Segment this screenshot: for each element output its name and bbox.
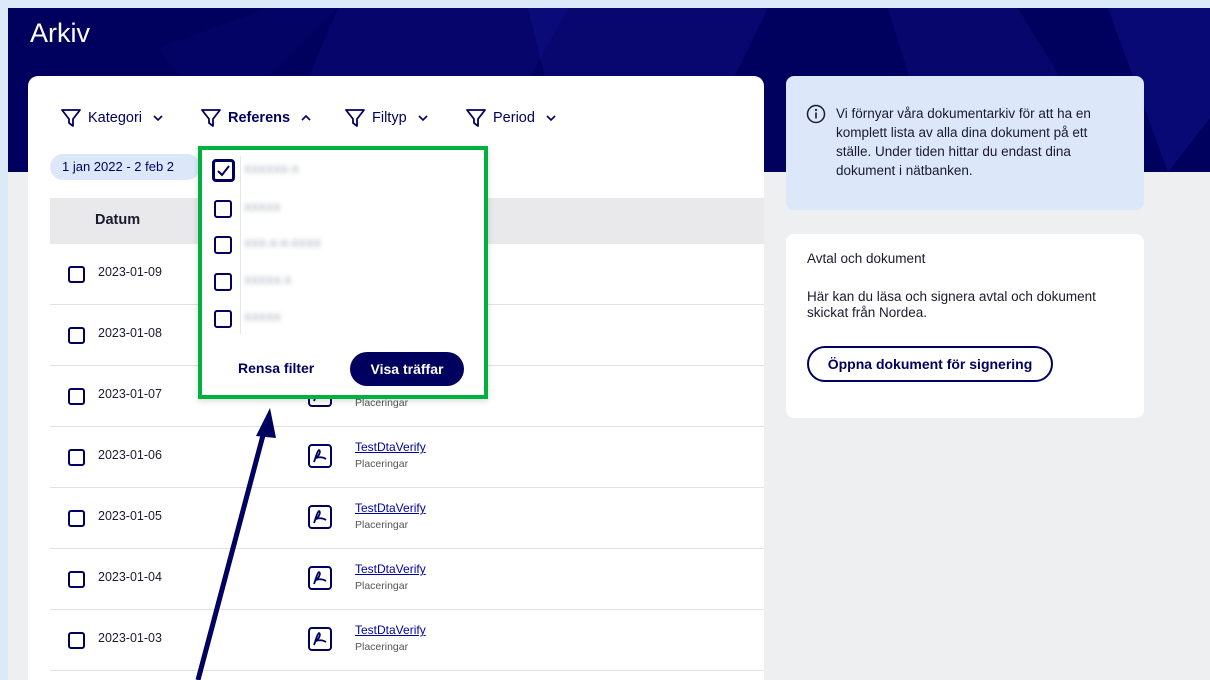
pdf-icon[interactable] <box>307 626 333 652</box>
info-notice: Vi förnyar våra dokumentarkiv för att ha… <box>786 76 1144 210</box>
avtal-title: Avtal och dokument <box>807 251 926 266</box>
open-documents-button[interactable]: Öppna dokument för signering <box>807 346 1053 382</box>
dropdown-option[interactable]: XXXXXX-X <box>212 159 474 182</box>
chevron-up-icon <box>301 114 311 121</box>
dropdown-option[interactable]: XXXXX-X <box>214 273 474 293</box>
filter-label: Period <box>493 110 535 126</box>
filter-period[interactable]: Period <box>465 106 557 130</box>
option-checkbox-checked[interactable] <box>212 159 235 182</box>
funnel-icon <box>201 109 221 127</box>
chevron-down-icon <box>546 115 556 122</box>
option-label: XXXXX-X <box>244 275 292 287</box>
row-date: 2023-01-09 <box>98 265 162 279</box>
document-category: Placeringar <box>355 580 409 592</box>
funnel-icon <box>345 109 365 127</box>
document-category: Placeringar <box>355 641 409 653</box>
pdf-icon[interactable] <box>307 504 333 530</box>
option-checkbox[interactable] <box>214 273 232 291</box>
table-row[interactable]: 2023-01-03 TestDtaVerify Placeringar <box>50 610 764 671</box>
avtal-card: Avtal och dokument Här kan du läsa och s… <box>786 234 1144 418</box>
option-label: XXXXX <box>244 312 281 324</box>
row-checkbox[interactable] <box>68 510 85 527</box>
filter-label: Kategori <box>88 110 143 126</box>
row-checkbox[interactable] <box>68 571 85 588</box>
option-checkbox[interactable] <box>214 236 232 254</box>
document-category: Placeringar <box>355 519 409 531</box>
dropdown-option[interactable]: XXXXX <box>214 200 474 220</box>
chevron-down-icon <box>153 115 163 122</box>
dropdown-option[interactable]: XXXXX <box>214 310 474 330</box>
checkmark-icon <box>217 165 230 177</box>
document-category: Placeringar <box>355 458 409 470</box>
page-title: Arkiv <box>30 18 90 48</box>
filter-referens[interactable]: Referens <box>200 106 312 130</box>
row-date: 2023-01-06 <box>98 448 162 462</box>
clear-filter-button[interactable]: Rensa filter <box>238 360 314 376</box>
referens-dropdown: XXXXXX-X XXXXX XXX-X-X-XXXX XXXXX-X XXXX… <box>198 146 488 399</box>
filter-label: Filtyp <box>372 110 407 126</box>
row-checkbox[interactable] <box>68 388 85 405</box>
row-checkbox[interactable] <box>68 266 85 283</box>
option-label: XXXXX <box>244 202 281 214</box>
row-checkbox[interactable] <box>68 449 85 466</box>
dropdown-option[interactable]: XXX-X-X-XXXX <box>214 236 474 256</box>
option-label: XXXXXX-X <box>244 164 300 176</box>
funnel-icon <box>61 109 81 127</box>
row-date: 2023-01-03 <box>98 631 162 645</box>
table-row[interactable]: 2023-01-06 TestDtaVerify Placeringar <box>50 427 764 488</box>
archive-card: Kategori Referens Filtyp Period 1 jan 20… <box>28 76 764 680</box>
column-header-date: Datum <box>95 212 141 228</box>
row-date: 2023-01-08 <box>98 326 162 340</box>
row-date: 2023-01-05 <box>98 509 162 523</box>
row-checkbox[interactable] <box>68 632 85 649</box>
filter-filtyp[interactable]: Filtyp <box>344 106 429 130</box>
option-label: XXX-X-X-XXXX <box>244 238 322 250</box>
table-row[interactable]: 2023-01-05 TestDtaVerify Placeringar <box>50 488 764 549</box>
document-link[interactable]: TestDtaVerify <box>355 501 426 515</box>
option-checkbox[interactable] <box>214 200 232 218</box>
chevron-down-icon <box>418 115 428 122</box>
document-link[interactable]: TestDtaVerify <box>355 623 426 637</box>
option-checkbox[interactable] <box>214 310 232 328</box>
funnel-icon <box>466 109 486 127</box>
pdf-icon[interactable] <box>307 565 333 591</box>
avtal-text: Här kan du läsa och signera avtal och do… <box>807 289 1096 320</box>
document-link[interactable]: TestDtaVerify <box>355 440 426 454</box>
document-link[interactable]: TestDtaVerify <box>355 562 426 576</box>
row-checkbox[interactable] <box>68 327 85 344</box>
row-date: 2023-01-07 <box>98 387 162 401</box>
table-row[interactable]: 2023-01-04 TestDtaVerify Placeringar <box>50 549 764 610</box>
filter-kategori[interactable]: Kategori <box>60 106 164 130</box>
app-frame: Arkiv Kategori Referens Filtyp Period 1 … <box>8 8 1210 680</box>
date-range-chip[interactable]: 1 jan 2022 - 2 feb 2 <box>50 154 200 180</box>
filter-label: Referens <box>228 110 291 126</box>
info-text: Vi förnyar våra dokumentarkiv för att ha… <box>836 106 1091 178</box>
show-results-button[interactable]: Visa träffar <box>350 352 464 386</box>
row-date: 2023-01-04 <box>98 570 162 584</box>
pdf-icon[interactable] <box>307 443 333 469</box>
info-icon <box>806 104 826 124</box>
